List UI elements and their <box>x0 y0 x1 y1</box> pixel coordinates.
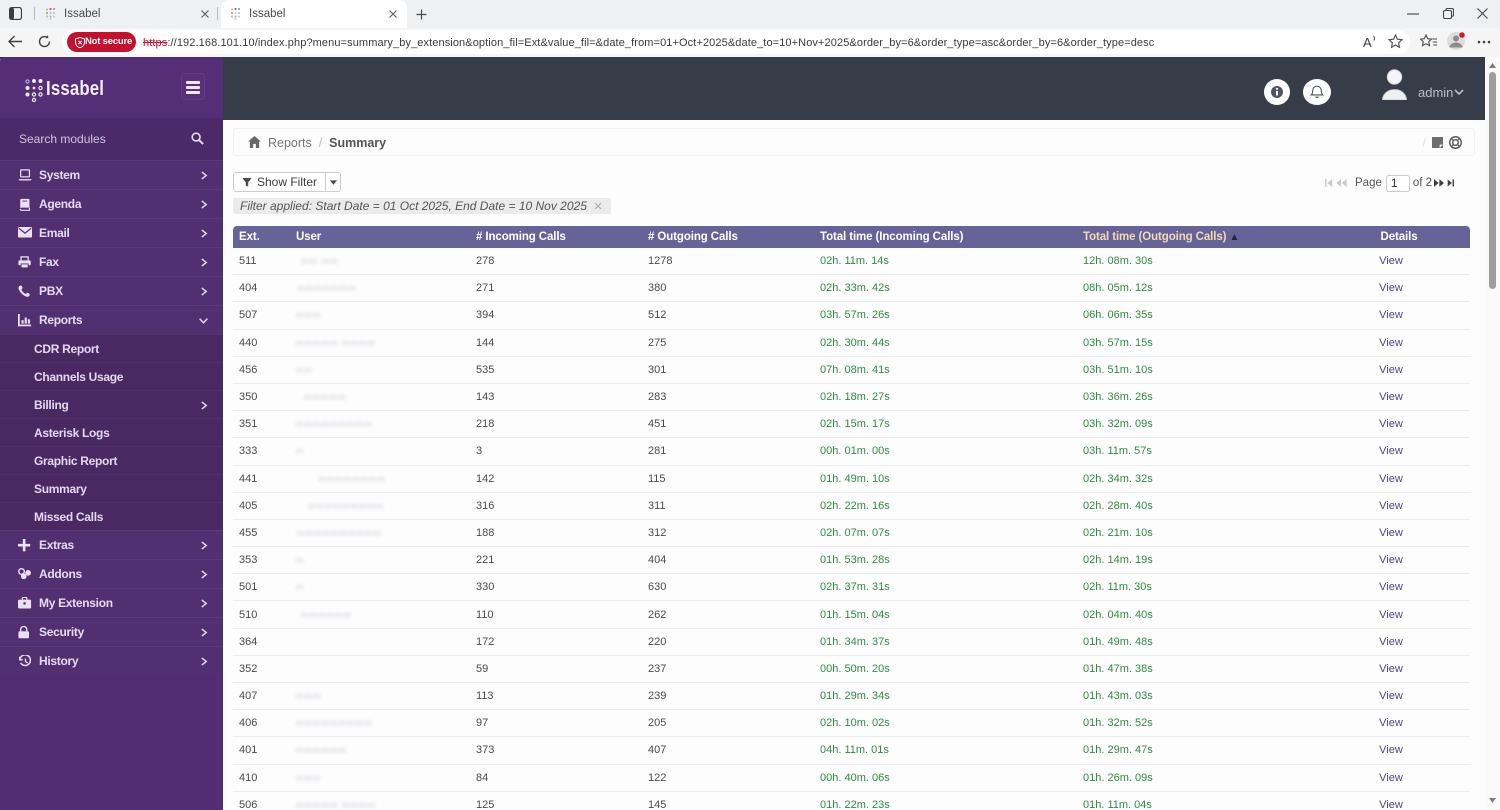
svg-text:A: A <box>1363 35 1372 49</box>
